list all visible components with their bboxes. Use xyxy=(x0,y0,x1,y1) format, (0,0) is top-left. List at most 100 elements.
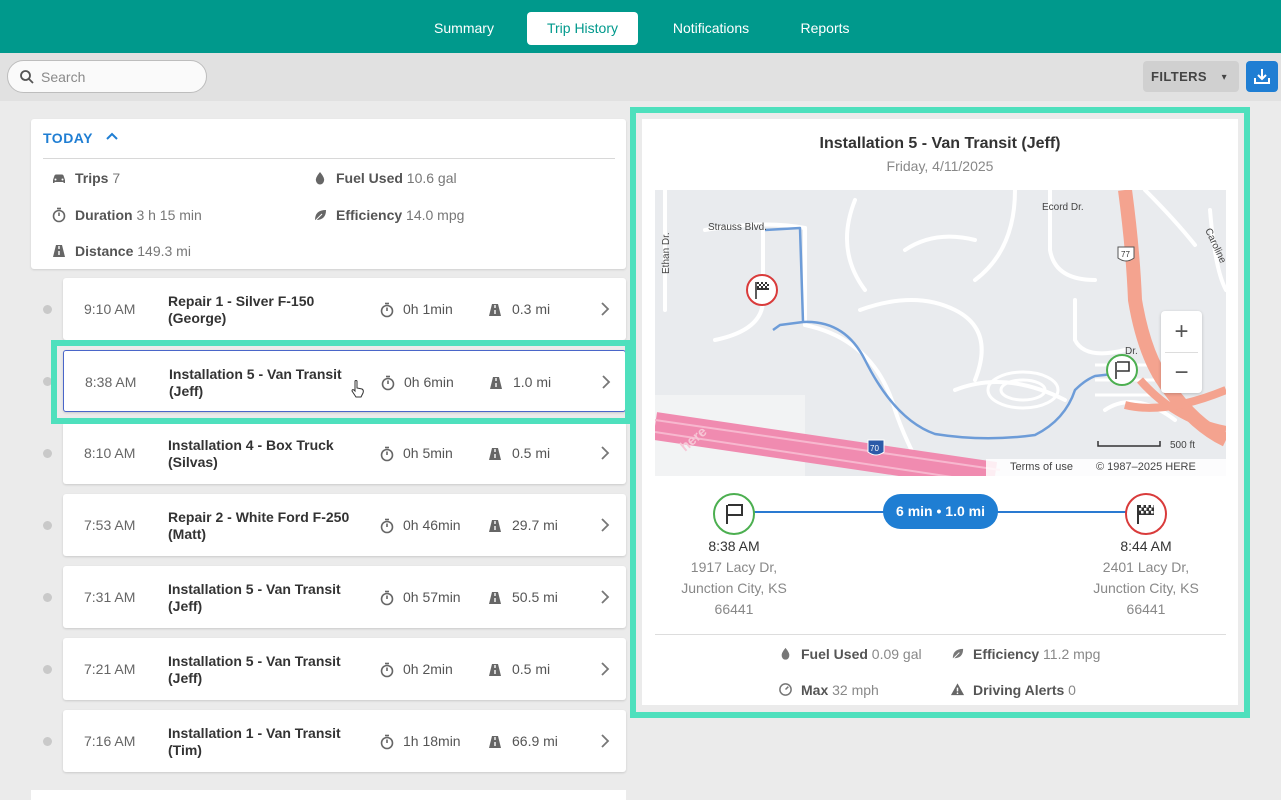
search-box[interactable] xyxy=(7,60,207,93)
trip-row[interactable]: 8:38 AM Installation 5 - Van Transit (Jef… xyxy=(63,350,626,412)
trip-name: Repair 1 - Silver F-150 (George) xyxy=(168,293,315,326)
map-attribution: Terms of use © 1987–2025 HERE xyxy=(986,459,1226,476)
start-flag xyxy=(713,493,755,535)
pointer-cursor-icon xyxy=(350,379,366,399)
trip-distance: 29.7 mi xyxy=(512,517,558,533)
tab-reports[interactable]: Reports xyxy=(785,12,865,45)
download-icon xyxy=(1254,69,1270,84)
chevron-right-icon[interactable] xyxy=(599,660,611,678)
stopwatch-icon xyxy=(379,518,395,534)
trip-dot xyxy=(43,737,52,746)
finish-flag xyxy=(1125,493,1167,535)
fuel-icon xyxy=(781,647,790,660)
trip-name: Installation 5 - Van Transit (Jeff) xyxy=(168,581,341,614)
trip-start-time: 7:53 AM xyxy=(84,517,136,533)
trip-name: Installation 4 - Box Truck (Silvas) xyxy=(168,437,334,470)
copyright-text: © 1987–2025 HERE xyxy=(1096,461,1196,473)
chevron-right-icon[interactable] xyxy=(599,444,611,462)
stopwatch-icon xyxy=(379,734,395,750)
stat-label: Efficiency xyxy=(336,207,403,223)
trip-dot xyxy=(43,305,52,314)
stat-efficiency: Efficiency 14.0 mpg xyxy=(312,207,562,225)
end-time: 8:44 AM xyxy=(1120,538,1172,554)
divider xyxy=(43,158,615,159)
chevron-right-icon[interactable] xyxy=(600,373,612,391)
trip-duration-distance-pill: 6 min • 1.0 mi xyxy=(883,494,998,529)
stat-label: Driving Alerts xyxy=(973,682,1065,698)
trip-row[interactable]: 7:16 AM Installation 1 - Van Transit (Tim… xyxy=(63,710,626,772)
road-icon xyxy=(487,518,503,534)
svg-text:70: 70 xyxy=(870,444,879,453)
chevron-up-icon[interactable] xyxy=(105,130,119,142)
trip-row[interactable]: 7:53 AM Repair 2 - White Ford F-250 (Matt… xyxy=(63,494,626,556)
search-input[interactable] xyxy=(41,67,196,87)
finish-flag-icon xyxy=(1137,505,1154,524)
start-flag-marker[interactable] xyxy=(1106,354,1138,386)
stat-value: 3 h 15 min xyxy=(136,207,202,223)
trip-map[interactable]: Strauss Blvd. Ethan Dr. Ecord Dr. Caroli… xyxy=(655,190,1226,476)
trip-start-time: 8:10 AM xyxy=(84,445,136,461)
trip-name: Installation 5 - Van Transit (Jeff) xyxy=(168,653,341,686)
svg-text:77: 77 xyxy=(1121,250,1130,259)
stat-value: 14.0 mpg xyxy=(406,207,465,223)
stopwatch-icon xyxy=(52,207,66,223)
stat-value: 11.2 mpg xyxy=(1043,646,1101,662)
zoom-in-button[interactable]: + xyxy=(1161,311,1202,352)
stat-distance: Distance 149.3 mi xyxy=(51,243,301,261)
trip-dot xyxy=(43,449,52,458)
tab-summary[interactable]: Summary xyxy=(418,12,510,45)
stat-label: Duration xyxy=(75,207,133,223)
trip-row[interactable]: 7:31 AM Installation 5 - Van Transit (Jef… xyxy=(63,566,626,628)
download-button[interactable] xyxy=(1246,61,1278,92)
stopwatch-icon xyxy=(380,375,396,391)
today-toggle[interactable]: TODAY xyxy=(43,130,93,146)
stat-label: Fuel Used xyxy=(336,170,403,186)
trip-duration: 1h 18min xyxy=(403,733,461,749)
toolbar: FILTERS ▾ xyxy=(0,53,1281,101)
stat-value: 32 mph xyxy=(832,682,879,698)
road-icon xyxy=(487,590,503,606)
next-day-card xyxy=(31,790,626,800)
trip-distance: 0.3 mi xyxy=(512,301,551,317)
start-address: 1917 Lacy Dr, Junction City, KS 66441 xyxy=(681,559,787,617)
stat-value: 7 xyxy=(112,170,121,186)
stopwatch-icon xyxy=(379,302,395,318)
fuel-icon xyxy=(315,172,325,185)
detail-driving-alerts: Driving Alerts 0 xyxy=(950,682,1120,700)
stat-value: 149.3 mi xyxy=(137,243,191,259)
trip-dot xyxy=(43,665,52,674)
trip-row[interactable]: 9:10 AM Repair 1 - Silver F-150 (George) 0… xyxy=(63,278,626,340)
street-label: Ethan Dr. xyxy=(661,232,672,274)
stopwatch-icon xyxy=(379,662,395,678)
trip-start-time: 7:21 AM xyxy=(84,661,136,677)
stopwatch-icon xyxy=(379,446,395,462)
trip-duration: 0h 2min xyxy=(403,661,453,677)
stat-fuel-used: Fuel Used 10.6 gal xyxy=(312,170,562,188)
zoom-control: + − xyxy=(1161,311,1202,393)
trip-duration: 0h 46min xyxy=(403,517,461,533)
finish-flag-marker[interactable] xyxy=(746,274,778,306)
trip-row[interactable]: 8:10 AM Installation 4 - Box Truck (Silva… xyxy=(63,422,626,484)
stat-value: 10.6 gal xyxy=(406,170,457,186)
zoom-out-button[interactable]: − xyxy=(1161,352,1202,393)
tab-trip-history[interactable]: Trip History xyxy=(527,12,638,45)
filters-button[interactable]: FILTERS ▾ xyxy=(1143,61,1239,92)
start-flag-icon xyxy=(726,504,743,524)
tab-notifications[interactable]: Notifications xyxy=(656,12,766,45)
trip-dot xyxy=(43,377,52,386)
trip-row[interactable]: 7:21 AM Installation 5 - Van Transit (Jef… xyxy=(63,638,626,700)
chevron-right-icon[interactable] xyxy=(599,732,611,750)
chevron-right-icon[interactable] xyxy=(599,300,611,318)
detail-date: Friday, 4/11/2025 xyxy=(886,158,994,174)
terms-of-use-link[interactable]: Terms of use xyxy=(1010,459,1073,476)
start-time: 8:38 AM xyxy=(708,538,760,554)
road-icon xyxy=(487,446,503,462)
today-summary-card: TODAY Trips 7 Fuel Used 10.6 gal Duratio… xyxy=(31,119,626,269)
detail-max-speed: Max 32 mph xyxy=(778,682,948,700)
chevron-right-icon[interactable] xyxy=(599,588,611,606)
trip-name: Installation 1 - Van Transit (Tim) xyxy=(168,725,341,758)
detail-efficiency: Efficiency 11.2 mpg xyxy=(950,646,1120,664)
stat-duration: Duration 3 h 15 min xyxy=(51,207,301,225)
road-icon xyxy=(487,302,503,318)
chevron-right-icon[interactable] xyxy=(599,516,611,534)
